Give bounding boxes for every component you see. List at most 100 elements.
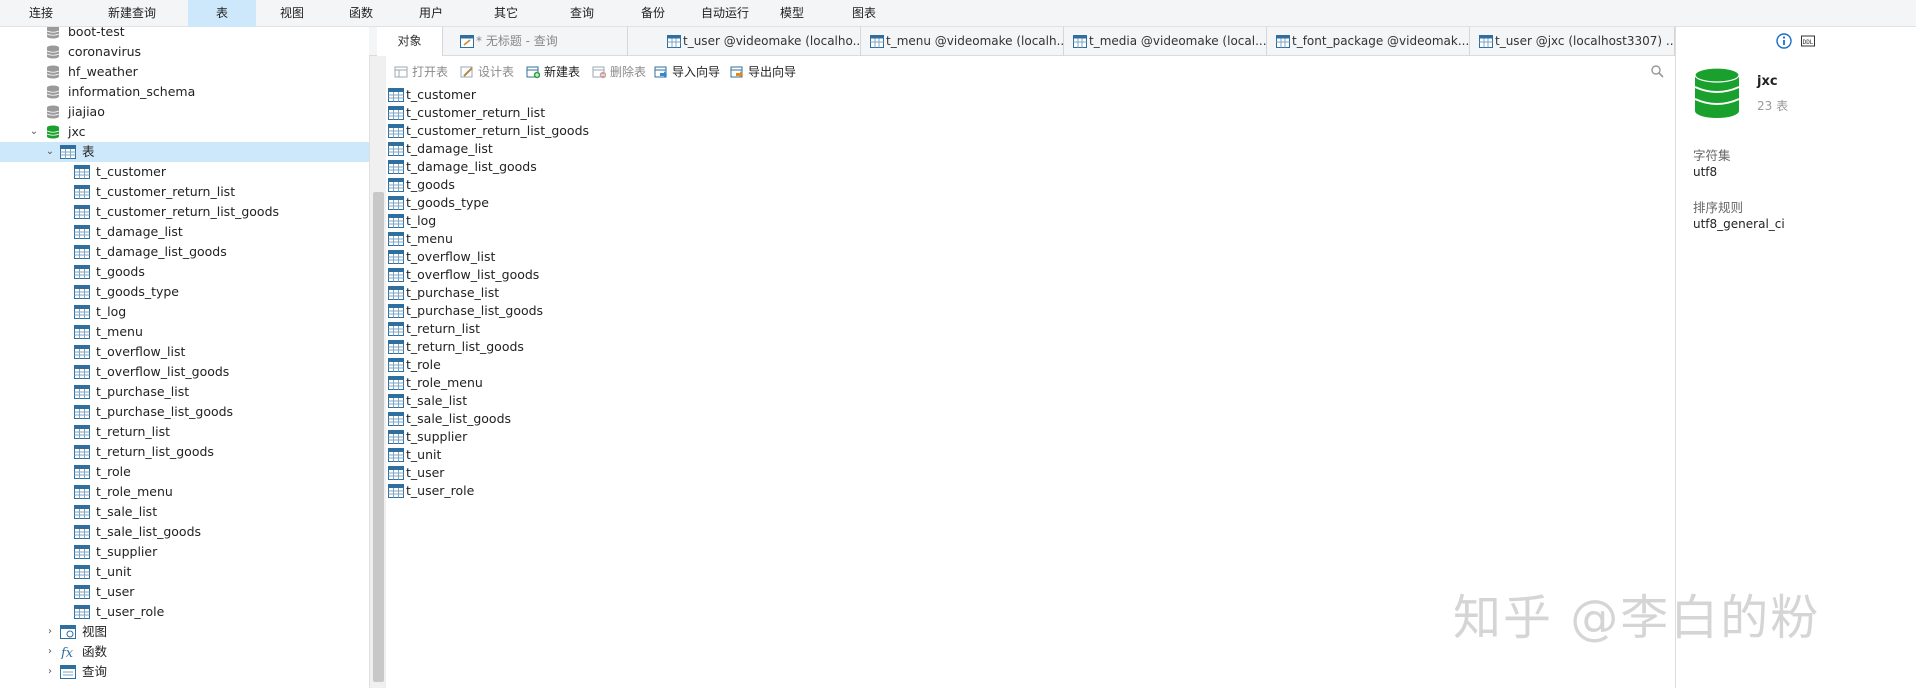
navigator-scrollbar[interactable] [369, 27, 386, 688]
tab-objects[interactable]: 对象 [377, 27, 443, 56]
tree-item-table[interactable]: t_role [0, 462, 369, 482]
table-icon [388, 106, 404, 120]
tree-item-table[interactable]: t_goods [0, 262, 369, 282]
table-label: t_role_menu [96, 484, 173, 499]
database-large-icon [1694, 67, 1740, 118]
object-label: t_customer_return_list [406, 105, 546, 120]
tree-item-current-database[interactable]: ⌄ jxc [0, 122, 369, 142]
tree-item-node[interactable]: › 视图 [0, 622, 369, 642]
svg-text:fx: fx [60, 646, 74, 659]
tree-item-table[interactable]: t_customer [0, 162, 369, 182]
database-name: jxc [1757, 74, 1778, 89]
menu-item[interactable]: 表 [188, 0, 256, 27]
chevron-down-icon[interactable]: ⌄ [44, 142, 56, 162]
navigator-scrollbar-thumb[interactable] [373, 192, 384, 682]
tab-table[interactable]: t_media @videomake (local... [1067, 27, 1267, 56]
tree-item-table[interactable]: t_role_menu [0, 482, 369, 502]
table-label: t_customer_return_list_goods [96, 204, 280, 219]
table-icon [74, 565, 90, 579]
tree-item-table[interactable]: t_return_list [0, 422, 369, 442]
tree-item-table[interactable]: t_supplier [0, 542, 369, 562]
object-label: t_damage_list [406, 141, 493, 156]
menu-item[interactable]: 备份 [622, 0, 684, 27]
ddl-icon[interactable]: DDL [1800, 33, 1816, 49]
chevron-down-icon[interactable]: ⌄ [28, 122, 40, 142]
menu-item[interactable]: 图表 [840, 0, 888, 27]
tree-item-table[interactable]: t_damage_list [0, 222, 369, 242]
tree-item-table[interactable]: t_user_role [0, 602, 369, 622]
tree-item-node[interactable]: › fx 函数 [0, 642, 369, 662]
functions-icon: fx [60, 646, 74, 661]
tree-item-database[interactable]: information_schema [0, 82, 369, 102]
query-tab-icon [460, 35, 474, 48]
tree-item-table[interactable]: t_user [0, 582, 369, 602]
tree-item-table[interactable]: t_unit [0, 562, 369, 582]
table-icon [388, 376, 404, 390]
info-icon[interactable] [1776, 33, 1792, 49]
table-icon [74, 485, 90, 499]
tree-item-database[interactable]: jiajiao [0, 102, 369, 122]
node-label: 查询 [82, 664, 108, 679]
menu-item[interactable]: 连接 [22, 0, 60, 27]
tree-item-table[interactable]: t_purchase_list_goods [0, 402, 369, 422]
menu-item[interactable]: 新建查询 [80, 0, 184, 27]
tab-label: * 无标题 - 查询 [476, 34, 558, 48]
menu-item[interactable]: 其它 [478, 0, 534, 27]
tree-item-database[interactable]: coronavirus [0, 42, 369, 62]
tab-table[interactable]: t_user @jxc (localhost3307) ... [1473, 27, 1675, 56]
menu-item[interactable]: 查询 [550, 0, 614, 27]
tree-item-table[interactable]: t_menu [0, 322, 369, 342]
menu-item[interactable]: 函数 [336, 0, 386, 27]
table-icon [74, 165, 90, 179]
tree-item-table[interactable]: t_goods_type [0, 282, 369, 302]
table-icon [74, 285, 90, 299]
object-label: t_overflow_list [406, 249, 496, 264]
chevron-right-icon[interactable]: › [44, 622, 56, 642]
tree-item-table[interactable]: t_customer_return_list [0, 182, 369, 202]
search-icon[interactable] [1650, 64, 1664, 78]
tree-item-table[interactable]: t_overflow_list_goods [0, 362, 369, 382]
tree-item-table[interactable]: t_sale_list [0, 502, 369, 522]
table-icon [388, 88, 404, 102]
table-icon [74, 405, 90, 419]
table-label: t_return_list [96, 424, 170, 439]
object-label: t_customer_return_list_goods [406, 123, 590, 138]
database-label: jiajiao [68, 104, 105, 119]
tree-item-table[interactable]: t_return_list_goods [0, 442, 369, 462]
chevron-right-icon[interactable]: › [44, 642, 56, 662]
menu-item[interactable]: 模型 [768, 0, 816, 27]
tree-item-table[interactable]: t_sale_list_goods [0, 522, 369, 542]
object-toolbar: 打开表 设计表 新建表 删除表 导入向导 导出向导 [386, 58, 1675, 86]
tree-item-database[interactable]: boot-test [0, 27, 369, 42]
tab-table[interactable]: t_font_package @videomak... [1270, 27, 1470, 56]
database-label: jxc [68, 124, 86, 139]
table-label: t_goods_type [96, 284, 180, 299]
chevron-right-icon[interactable]: › [44, 662, 56, 682]
tree-item-table[interactable]: t_log [0, 302, 369, 322]
tree-item-database[interactable]: hf_weather [0, 62, 369, 82]
tree-item-table[interactable]: t_damage_list_goods [0, 242, 369, 262]
menu-item[interactable]: 自动运行 [692, 0, 758, 27]
table-label: t_goods [96, 264, 145, 279]
tab-table[interactable]: t_menu @videomake (localh... [864, 27, 1064, 56]
new-table-icon [526, 66, 540, 79]
database-open-icon [46, 125, 60, 139]
tree-item-table[interactable]: t_purchase_list [0, 382, 369, 402]
table-label: t_user [96, 584, 135, 599]
navigator-tree: boot-test coronavirus hf_weather informatio… [0, 27, 369, 688]
tree-item-table[interactable]: t_overflow_list [0, 342, 369, 362]
menu-item[interactable]: 用户 [400, 0, 462, 27]
table-label: t_overflow_list [96, 344, 186, 359]
tree-item-table[interactable]: t_customer_return_list_goods [0, 202, 369, 222]
table-icon [388, 304, 404, 318]
tab-table[interactable]: t_user @videomake (localho... [661, 27, 861, 56]
menu-item[interactable]: 视图 [270, 0, 314, 27]
table-label: t_overflow_list_goods [96, 364, 230, 379]
tree-item-node[interactable]: › 查询 [0, 662, 369, 682]
charset-value: utf8 [1693, 165, 1718, 179]
collation-label: 排序规则 [1693, 200, 1744, 215]
export-wizard-icon [730, 66, 743, 78]
tree-item-tables[interactable]: ⌄ 表 [0, 142, 369, 162]
tab-query[interactable]: * 无标题 - 查询 [454, 27, 628, 56]
table-tab-icon [1276, 35, 1290, 48]
